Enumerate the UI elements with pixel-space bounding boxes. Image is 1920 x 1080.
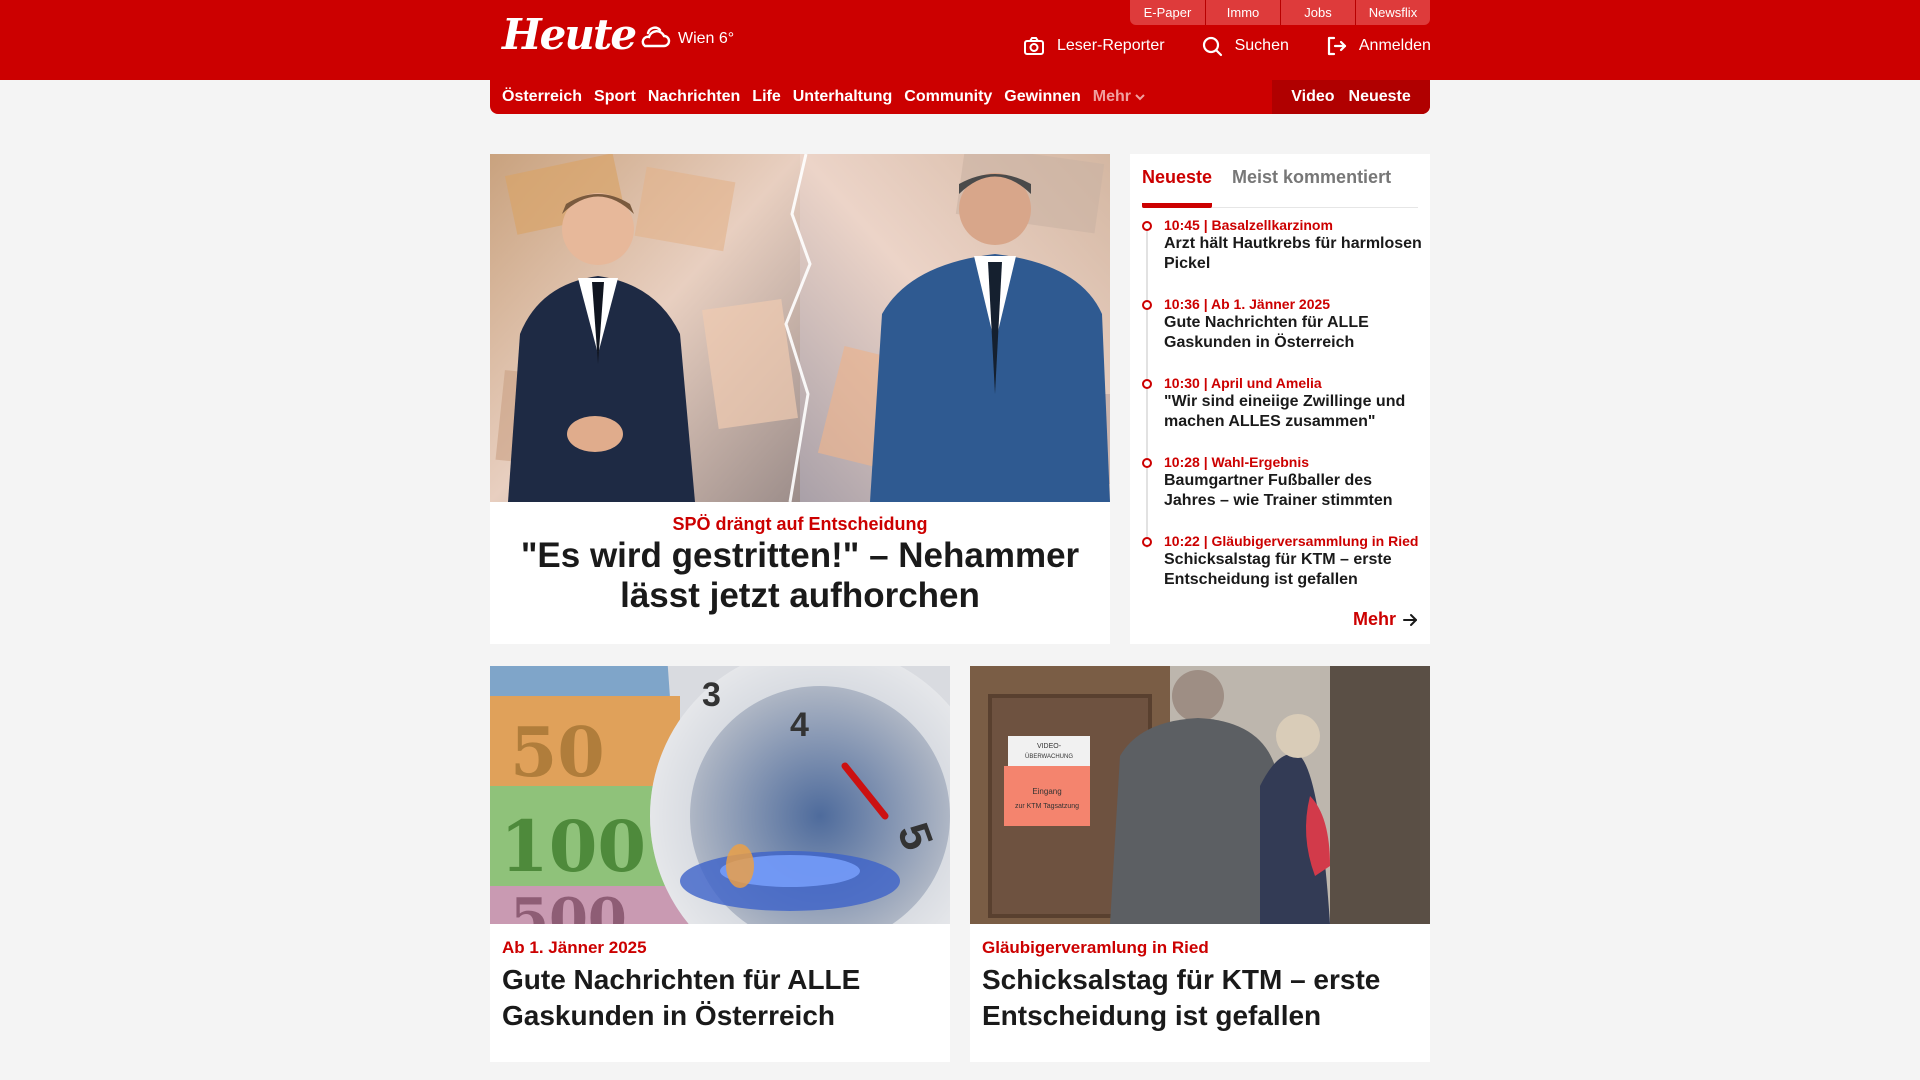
site-logo[interactable]: Heute bbox=[502, 12, 637, 58]
hero-image bbox=[490, 154, 1110, 502]
nav-more-label: Mehr bbox=[1092, 88, 1131, 105]
service-links: E-Paper Immo Jobs Newsflix bbox=[1130, 0, 1430, 25]
search-label: Suchen bbox=[1234, 37, 1289, 54]
latest-item[interactable]: 10:45 | Basalzellkarzinom Arzt hält Haut… bbox=[1142, 216, 1422, 295]
latest-tabs: Neueste Meist kommentiert bbox=[1142, 162, 1418, 208]
sign-text-4: zur KTM Tagsatzung bbox=[1015, 803, 1079, 810]
latest-item-meta: 10:22 | Gläubigerversammlung in Ried bbox=[1164, 533, 1419, 549]
article-card-ktm[interactable]: VIDEO- ÜBERWACHUNG Eingang zur KTM Tagsa… bbox=[970, 666, 1430, 1062]
hero-kicker: SPÖ drängt auf Entscheidung bbox=[672, 514, 928, 534]
latest-item[interactable]: 10:22 | Gläubigerversammlung in Ried Sch… bbox=[1142, 532, 1422, 611]
nav-more-dropdown[interactable]: Mehr bbox=[1093, 88, 1145, 106]
timeline-dot bbox=[1142, 300, 1152, 310]
arrow-right-icon bbox=[1403, 613, 1417, 626]
nav-item-life[interactable]: Life bbox=[752, 88, 780, 106]
nav-item-nachrichten[interactable]: Nachrichten bbox=[648, 88, 740, 106]
service-link-epaper[interactable]: E-Paper bbox=[1130, 0, 1205, 25]
nav-item-gewinnen[interactable]: Gewinnen bbox=[1004, 88, 1080, 106]
latest-item-title: Gute Nachrichten für ALLE Gaskunden in Ö… bbox=[1164, 314, 1369, 351]
timeline-dot bbox=[1142, 379, 1152, 389]
tab-neueste[interactable]: Neueste bbox=[1142, 162, 1213, 208]
latest-item[interactable]: 10:28 | Wahl-Ergebnis Baumgartner Fußbal… bbox=[1142, 453, 1422, 532]
latest-item[interactable]: 10:36 | Ab 1. Jänner 2025 Gute Nachricht… bbox=[1142, 295, 1422, 374]
service-link-newsflix[interactable]: Newsflix bbox=[1355, 0, 1430, 25]
latest-item-title: Schicksalstag für KTM – erste Entscheidu… bbox=[1164, 551, 1392, 588]
cloud-icon bbox=[641, 26, 671, 48]
note-500-label: 500 bbox=[510, 886, 627, 924]
latest-item-meta: 10:36 | Ab 1. Jänner 2025 bbox=[1164, 296, 1331, 312]
nav-item-neueste[interactable]: Neueste bbox=[1349, 88, 1411, 106]
leser-reporter-button[interactable]: Leser-Reporter bbox=[1023, 35, 1165, 57]
card-image-ktm: VIDEO- ÜBERWACHUNG Eingang zur KTM Tagsa… bbox=[970, 666, 1430, 924]
card-headline[interactable]: Gute Nachrichten für ALLE Gaskunden in Ö… bbox=[502, 962, 938, 1034]
timeline-dot bbox=[1142, 537, 1152, 547]
note-50-label: 50 bbox=[510, 713, 605, 793]
latest-news-panel: Neueste Meist kommentiert 10:45 | Basalz… bbox=[1130, 154, 1430, 644]
nav-item-oesterreich[interactable]: Österreich bbox=[502, 88, 582, 106]
card-headline[interactable]: Schicksalstag für KTM – erste Entscheidu… bbox=[982, 962, 1418, 1034]
latest-timeline: 10:45 | Basalzellkarzinom Arzt hält Haut… bbox=[1142, 216, 1422, 611]
card-kicker: Ab 1. Jänner 2025 bbox=[502, 938, 647, 957]
hero-article[interactable]: SPÖ drängt auf Entscheidung "Es wird ges… bbox=[490, 154, 1110, 644]
login-icon bbox=[1327, 36, 1346, 56]
login-button[interactable]: Anmelden bbox=[1325, 35, 1431, 57]
nav-item-sport[interactable]: Sport bbox=[594, 88, 636, 106]
top-header bbox=[0, 0, 1920, 80]
weather-text: Wien 6° bbox=[678, 30, 735, 47]
leser-reporter-label: Leser-Reporter bbox=[1057, 37, 1165, 54]
latest-item-meta: 10:45 | Basalzellkarzinom bbox=[1164, 217, 1333, 233]
search-button[interactable]: Suchen bbox=[1201, 35, 1289, 57]
nav-item-community[interactable]: Community bbox=[904, 88, 992, 106]
dial-label-3: 3 bbox=[702, 676, 721, 714]
timeline-dot bbox=[1142, 458, 1152, 468]
note-100-label: 100 bbox=[500, 805, 646, 888]
latest-more-link[interactable]: Mehr bbox=[1353, 609, 1418, 630]
header-actions: Leser-Reporter Suchen Anmelden bbox=[1023, 32, 1431, 60]
dial-label-4: 4 bbox=[790, 706, 809, 744]
article-card-gas[interactable]: 50 100 500 3 4 5 Ab 1. Jänner 2025 Gute … bbox=[490, 666, 950, 1062]
sign-text-3: Eingang bbox=[1032, 787, 1061, 796]
nav-right-group: Video Neueste bbox=[1272, 80, 1430, 114]
weather-widget[interactable]: Wien 6° bbox=[638, 24, 734, 54]
hero-headline[interactable]: "Es wird gestritten!" – Nehammer lässt j… bbox=[500, 536, 1100, 616]
latest-item-title: "Wir sind eineiige Zwillinge und machen … bbox=[1164, 393, 1406, 430]
card-kicker: Gläubigerveramlung in Ried bbox=[982, 938, 1209, 957]
latest-item-meta: 10:28 | Wahl-Ergebnis bbox=[1164, 454, 1310, 470]
tab-meist-kommentiert[interactable]: Meist kommentiert bbox=[1232, 162, 1391, 207]
latest-item-meta: 10:30 | April und Amelia bbox=[1164, 375, 1322, 391]
search-icon bbox=[1202, 36, 1222, 57]
sign-text-1: VIDEO- bbox=[1037, 743, 1062, 750]
sign-text-2: ÜBERWACHUNG bbox=[1025, 753, 1073, 760]
nav-item-video[interactable]: Video bbox=[1291, 88, 1334, 106]
latest-item[interactable]: 10:30 | April und Amelia "Wir sind einei… bbox=[1142, 374, 1422, 453]
service-link-immo[interactable]: Immo bbox=[1205, 0, 1280, 25]
card-image-gas: 50 100 500 3 4 5 bbox=[490, 666, 950, 924]
latest-item-title: Arzt hält Hautkrebs für harmlosen Pickel bbox=[1164, 235, 1422, 272]
timeline-dot bbox=[1142, 221, 1152, 231]
chevron-down-icon bbox=[1135, 94, 1145, 101]
main-navigation: Österreich Sport Nachrichten Life Unterh… bbox=[490, 80, 1430, 114]
camera-icon bbox=[1024, 37, 1044, 55]
nav-item-unterhaltung[interactable]: Unterhaltung bbox=[793, 88, 893, 106]
latest-more-label: Mehr bbox=[1352, 609, 1396, 629]
latest-item-title: Baumgartner Fußballer des Jahres – wie T… bbox=[1164, 472, 1393, 509]
login-label: Anmelden bbox=[1358, 37, 1431, 54]
service-link-jobs[interactable]: Jobs bbox=[1280, 0, 1355, 25]
